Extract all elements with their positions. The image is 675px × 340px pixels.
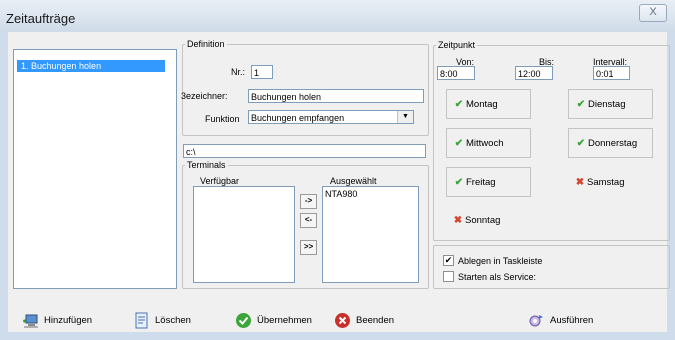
delete-button[interactable]: Löschen <box>133 309 191 331</box>
add-label: Hinzufügen <box>44 314 93 326</box>
check-icon: ✔ <box>454 98 464 110</box>
selected-header: Ausgewählt <box>330 176 377 186</box>
intervall-field[interactable]: 0:01 <box>593 66 630 80</box>
funktion-value: Buchungen empfangen <box>251 113 345 123</box>
nr-field[interactable]: 1 <box>251 65 273 79</box>
window-frame-left <box>0 32 8 340</box>
day-label: Montag <box>466 98 498 110</box>
check-circle-icon <box>236 312 251 328</box>
run-button[interactable]: Ausführen <box>528 309 593 331</box>
move-left-button[interactable]: <- <box>300 213 317 228</box>
title-bar: Zeitaufträge X <box>0 0 675 32</box>
path-field[interactable]: c:\ <box>183 144 426 158</box>
job-list-item[interactable]: 1. Buchungen holen <box>17 60 165 72</box>
add-computer-icon <box>23 314 38 328</box>
check-icon: ✔ <box>576 137 586 149</box>
bis-field[interactable]: 12:00 <box>515 66 553 80</box>
apply-label: Übernehmen <box>257 314 312 326</box>
day-toggle-donnerstag[interactable]: ✔ Donnerstag <box>568 128 653 158</box>
day-toggle-samstag[interactable]: ✖ Samstag <box>568 167 653 197</box>
jobs-listbox[interactable]: 1. Buchungen holen <box>13 49 177 289</box>
funktion-select[interactable]: Buchungen empfangen ▼ <box>248 110 414 124</box>
check-icon: ✔ <box>454 176 464 188</box>
von-field[interactable]: 8:00 <box>437 66 475 80</box>
day-toggle-sonntag[interactable]: ✖ Sonntag <box>446 205 531 235</box>
apply-button[interactable]: Übernehmen <box>235 309 312 331</box>
selected-terminals-list[interactable]: NTA980 <box>322 186 419 283</box>
taskleiste-checkbox[interactable]: ✔ <box>443 255 454 266</box>
bezeichner-field[interactable]: Buchungen holen <box>248 89 424 103</box>
day-label: Freitag <box>466 176 496 188</box>
day-label: Donnerstag <box>588 137 638 149</box>
day-toggle-freitag[interactable]: ✔ Freitag <box>446 167 531 197</box>
day-label: Samstag <box>587 176 625 188</box>
add-button[interactable]: Hinzufügen <box>22 309 92 331</box>
service-label: Starten als Service: <box>458 272 537 282</box>
zeitpunkt-legend: Zeitpunkt <box>438 40 476 50</box>
check-icon: ✔ <box>454 137 464 149</box>
available-header: Verfügbar <box>200 176 240 186</box>
taskleiste-label: Ablegen in Taskleiste <box>458 256 543 266</box>
day-toggle-montag[interactable]: ✔ Montag <box>446 89 531 119</box>
terminals-legend: Terminals <box>187 160 226 170</box>
close-circle-icon <box>335 312 350 328</box>
cross-icon: ✖ <box>575 176 585 188</box>
funktion-label: Funktion <box>205 114 240 124</box>
day-label: Sonntag <box>465 214 501 226</box>
day-toggle-mittwoch[interactable]: ✔ Mittwoch <box>446 128 531 158</box>
delete-label: Löschen <box>155 314 191 326</box>
day-label: Dienstag <box>588 98 626 110</box>
bezeichner-label: 3ezeichner: <box>181 91 228 101</box>
options-group <box>433 245 670 289</box>
cross-icon: ✖ <box>453 214 463 226</box>
run-label: Ausführen <box>550 314 594 326</box>
definition-legend: Definition <box>187 39 225 49</box>
day-label: Mittwoch <box>466 137 504 149</box>
available-terminals-list[interactable] <box>193 186 295 283</box>
nr-label: Nr.: <box>231 67 246 77</box>
check-icon: ✔ <box>576 98 586 110</box>
terminal-item[interactable]: NTA980 <box>325 189 357 199</box>
window-title: Zeitaufträge <box>6 11 76 26</box>
close-button[interactable]: X <box>639 4 667 22</box>
window-frame-bottom <box>0 332 675 340</box>
exit-label: Beenden <box>356 314 395 326</box>
move-all-right-button[interactable]: >> <box>300 240 317 255</box>
delete-document-icon <box>135 312 148 328</box>
chevron-down-icon[interactable]: ▼ <box>397 111 413 123</box>
service-checkbox[interactable] <box>443 271 454 282</box>
move-right-button[interactable]: -> <box>300 194 317 209</box>
exit-button[interactable]: Beenden <box>334 309 394 331</box>
run-gear-icon <box>529 314 543 326</box>
day-toggle-dienstag[interactable]: ✔ Dienstag <box>568 89 653 119</box>
